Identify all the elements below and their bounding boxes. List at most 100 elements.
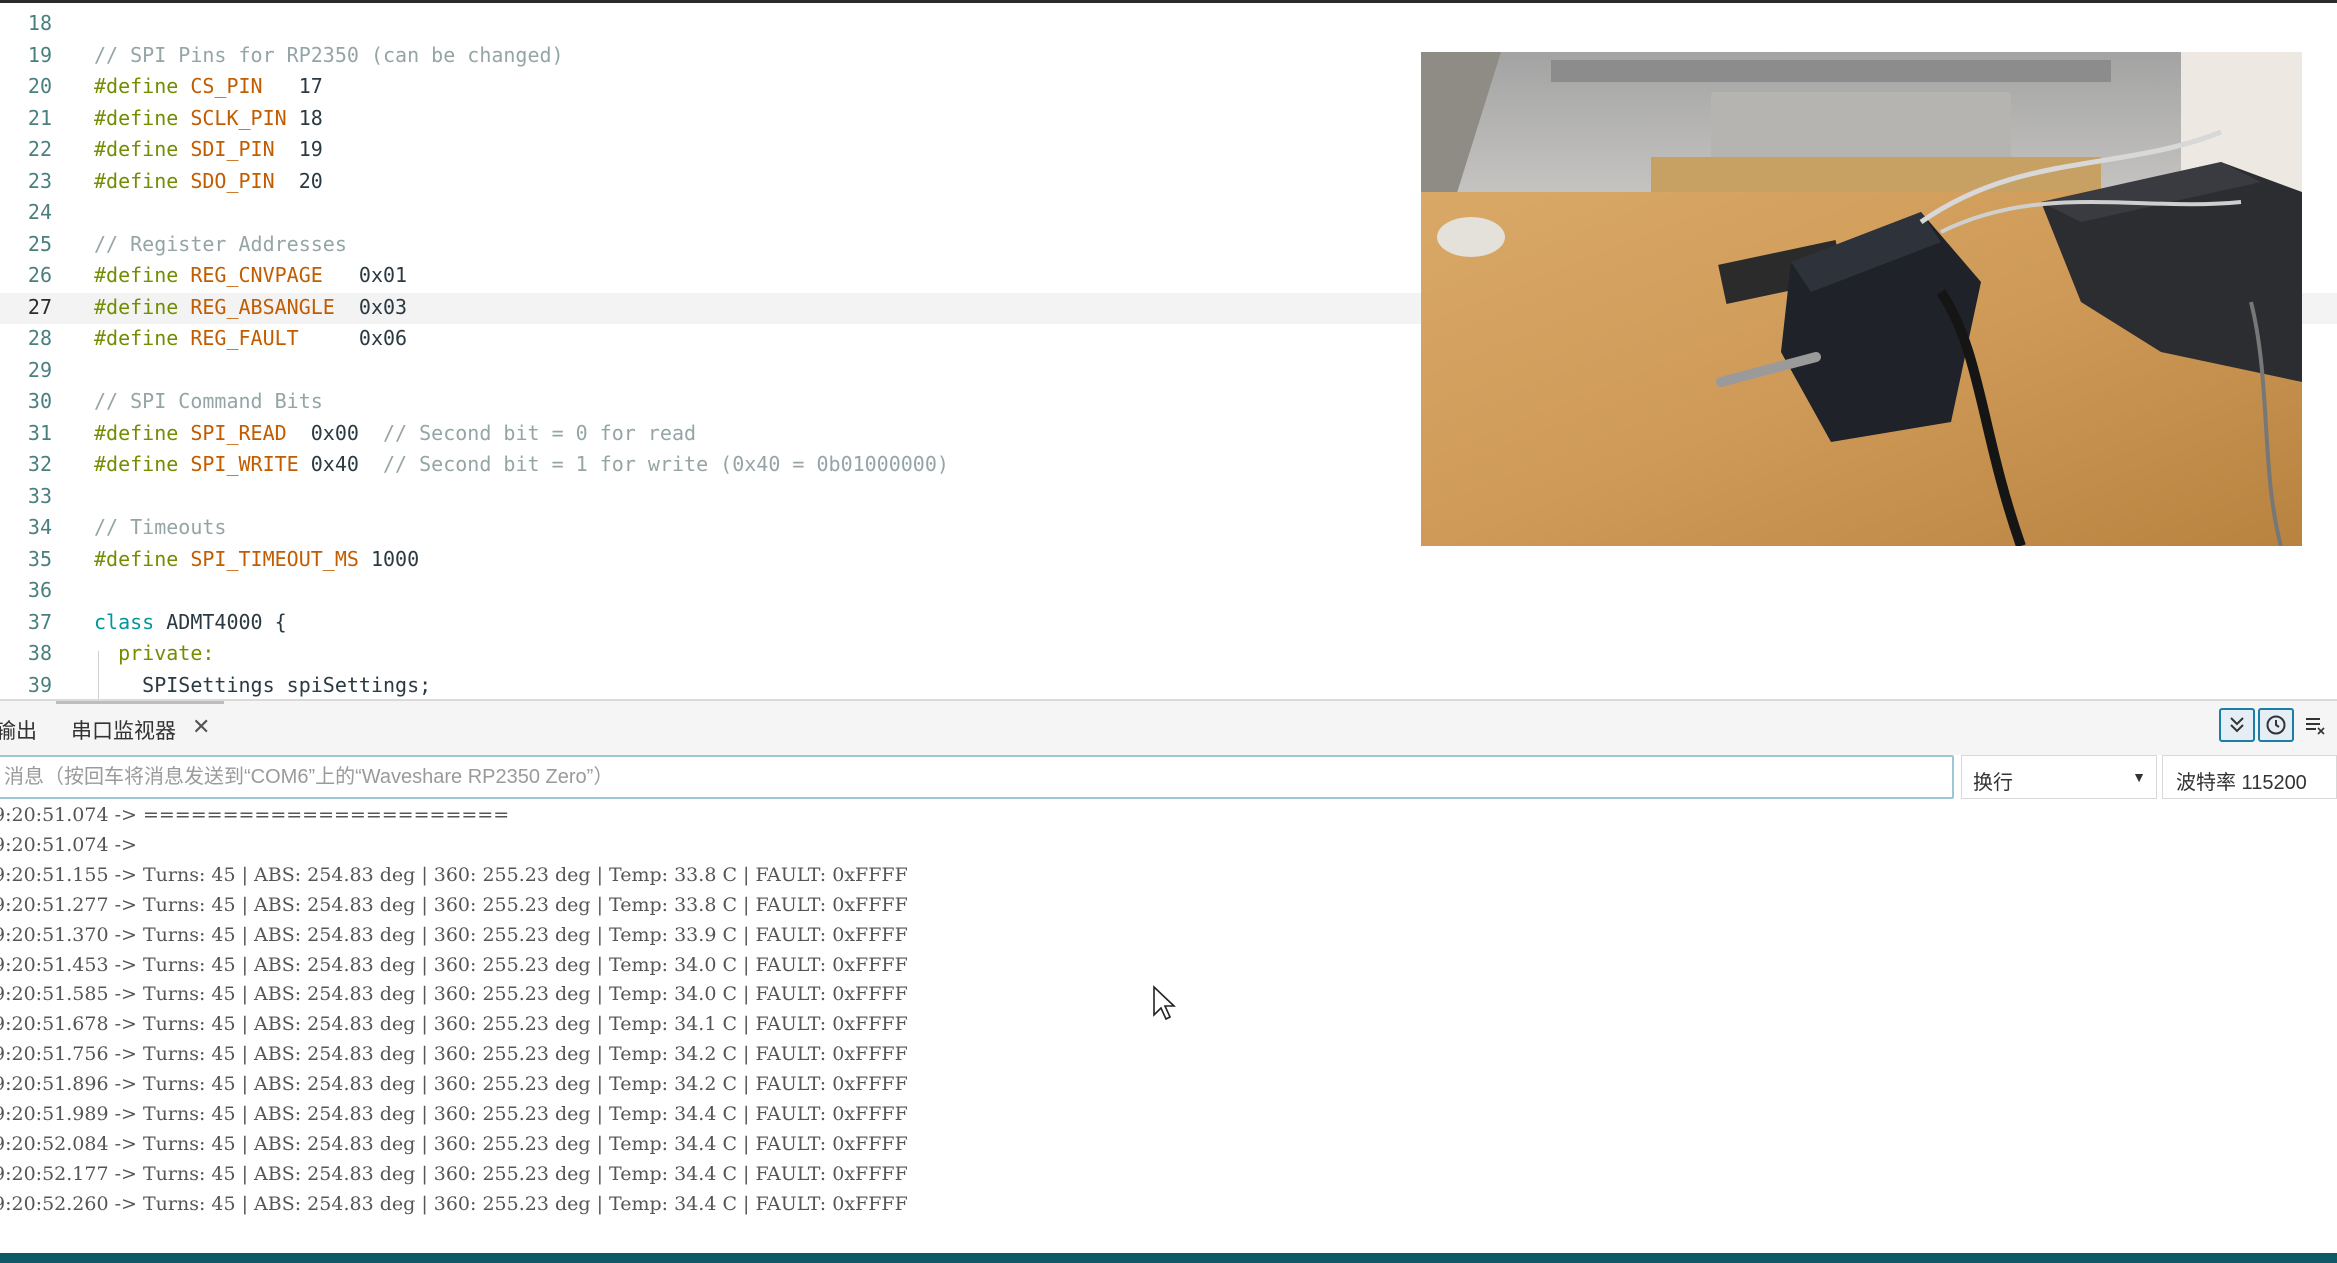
line-number: 18 xyxy=(27,11,52,35)
code-token: // SPI Pins for RP2350 (can be changed) xyxy=(94,42,564,67)
code-token: 17 xyxy=(262,74,323,98)
line-number: 35 xyxy=(27,546,52,571)
tab-serial-monitor[interactable]: 串口监视器 xyxy=(71,715,176,745)
code-text: #define REG_ABSANGLE 0x03 xyxy=(94,295,407,319)
line-number: 34 xyxy=(27,515,52,539)
code-editor[interactable]: 18 19 // SPI Pins for RP2350 (can be chang… xyxy=(0,3,2337,699)
code-text: // Timeouts xyxy=(94,515,226,539)
code-token: 1000 xyxy=(358,546,420,571)
code-line[interactable]: 36 xyxy=(0,576,2337,607)
code-text: #define SDI_PIN 19 xyxy=(94,137,323,161)
code-token: SDI_PIN xyxy=(190,137,275,161)
code-token: 0x06 xyxy=(298,326,408,350)
serial-line: 9:20:51.074 -> xyxy=(0,833,137,856)
serial-line: 9:20:51.370 -> Turns: 45 | ABS: 254.83 d… xyxy=(0,923,908,946)
code-token: SDO_PIN xyxy=(190,168,275,193)
code-token: 20 xyxy=(274,168,323,193)
code-token: // Timeouts xyxy=(94,515,227,539)
serial-line: 9:20:52.260 -> Turns: 45 | ABS: 254.83 d… xyxy=(0,1192,908,1215)
code-line[interactable]: 37 class ADMT4000 { xyxy=(0,608,2337,639)
line-number: 20 xyxy=(27,74,52,98)
line-number: 30 xyxy=(27,389,52,413)
line-number: 39 xyxy=(27,672,52,697)
code-token: // SPI Command Bits xyxy=(94,389,323,413)
code-text: #define SDO_PIN 20 xyxy=(94,169,323,193)
code-token: #define xyxy=(94,452,191,476)
line-number: 38 xyxy=(27,641,52,665)
code-token: REG_CNVPAGE xyxy=(190,263,323,287)
code-token: #define xyxy=(94,168,191,193)
serial-line: 9:20:51.585 -> Turns: 45 | ABS: 254.83 d… xyxy=(0,983,908,1006)
line-number: 25 xyxy=(27,231,52,256)
code-text: // Register Addresses xyxy=(94,232,347,256)
code-text: #define CS_PIN 17 xyxy=(94,74,323,98)
indent-guide xyxy=(98,651,99,699)
code-text: #define SPI_READ 0x00 // Second bit = 0 … xyxy=(94,421,696,445)
code-text: SPISettings spiSettings; xyxy=(94,673,431,697)
camera-video-overlay xyxy=(1421,52,2302,546)
hardware-photo xyxy=(1421,52,2302,546)
serial-line: 9:20:51.155 -> Turns: 45 | ABS: 254.83 d… xyxy=(0,863,908,886)
code-line[interactable]: 38 private: xyxy=(0,639,2337,670)
line-number: 22 xyxy=(27,137,52,161)
serial-line: 9:20:51.756 -> Turns: 45 | ABS: 254.83 d… xyxy=(0,1043,908,1066)
serial-line: 9:20:51.989 -> Turns: 45 | ABS: 254.83 d… xyxy=(0,1103,908,1125)
serial-output[interactable]: 9:20:51.074 -> ======================= 9:… xyxy=(0,803,2337,1253)
code-text: // SPI Pins for RP2350 (can be changed) xyxy=(94,43,564,67)
code-text: // SPI Command Bits xyxy=(94,389,323,413)
line-number: 19 xyxy=(27,42,52,67)
code-token: 18 xyxy=(286,105,323,130)
message-input[interactable] xyxy=(0,755,1954,799)
line-number: 37 xyxy=(27,609,52,634)
code-token: #define xyxy=(94,74,191,98)
code-token: #define xyxy=(94,294,191,319)
active-tab-indicator xyxy=(56,701,224,704)
double-chevron-down-icon xyxy=(2230,717,2244,733)
line-number: 21 xyxy=(27,105,52,130)
line-number: 23 xyxy=(27,168,52,193)
code-token: // Second bit = 1 for write (0x40 = 0b01… xyxy=(358,452,949,476)
code-token: REG_ABSANGLE xyxy=(190,294,335,319)
line-number: 33 xyxy=(27,483,52,508)
baud-rate-select[interactable]: 波特率 115200 xyxy=(2162,755,2337,799)
clear-output-button[interactable] xyxy=(2297,708,2333,742)
code-token: #define xyxy=(94,137,191,161)
serial-line: 9:20:52.177 -> Turns: 45 | ABS: 254.83 d… xyxy=(0,1162,908,1185)
autoscroll-toggle-button[interactable] xyxy=(2219,708,2255,742)
line-ending-select[interactable]: 换行 ▼ xyxy=(1961,755,2157,799)
code-text: #define SPI_TIMEOUT_MS 1000 xyxy=(94,547,419,571)
code-token: class xyxy=(94,609,167,634)
code-token: 0x40 xyxy=(298,452,359,476)
code-text: class ADMT4000 { xyxy=(94,610,287,634)
code-token: SPI_READ xyxy=(190,420,287,445)
code-line[interactable]: 39 SPISettings spiSettings; xyxy=(0,671,2337,700)
close-tab-icon[interactable]: ✕ xyxy=(192,714,210,740)
line-number: 31 xyxy=(27,420,52,445)
code-text: #define SPI_WRITE 0x40 // Second bit = 1… xyxy=(94,452,949,476)
code-token: #define xyxy=(94,263,191,287)
tab-output[interactable]: 输出 xyxy=(0,715,37,745)
code-text: private: xyxy=(94,641,214,665)
serial-line: 9:20:51.678 -> Turns: 45 | ABS: 254.83 d… xyxy=(0,1013,908,1036)
code-text: #define SCLK_PIN 18 xyxy=(94,106,323,130)
code-token: SPI_TIMEOUT_MS xyxy=(190,546,359,571)
status-bar xyxy=(0,1253,2337,1263)
code-token: // Second bit = 0 for read xyxy=(358,420,697,445)
code-token: SPISettings spiSettings; xyxy=(94,672,432,697)
serial-line: 9:20:51.453 -> Turns: 45 | ABS: 254.83 d… xyxy=(0,953,908,976)
serial-line: 9:20:51.277 -> Turns: 45 | ABS: 254.83 d… xyxy=(0,893,908,916)
serial-input-row: 换行 ▼ 波特率 115200 xyxy=(0,755,2337,801)
code-token: 0x01 xyxy=(322,263,408,287)
code-line[interactable]: 18 xyxy=(0,9,2337,40)
line-number: 27 xyxy=(27,294,52,319)
code-text: #define REG_FAULT 0x06 xyxy=(94,326,407,350)
code-token: #define xyxy=(94,326,191,350)
line-number: 24 xyxy=(27,200,52,224)
code-token: ADMT4000 { xyxy=(166,609,287,634)
line-number: 28 xyxy=(27,326,52,350)
line-number: 26 xyxy=(27,263,52,287)
code-token: REG_FAULT xyxy=(190,326,299,350)
timestamp-toggle-button[interactable] xyxy=(2258,708,2294,742)
code-line[interactable]: 35 #define SPI_TIMEOUT_MS 1000 xyxy=(0,545,2337,576)
serial-line: 9:20:51.074 -> ======================= xyxy=(0,804,510,826)
